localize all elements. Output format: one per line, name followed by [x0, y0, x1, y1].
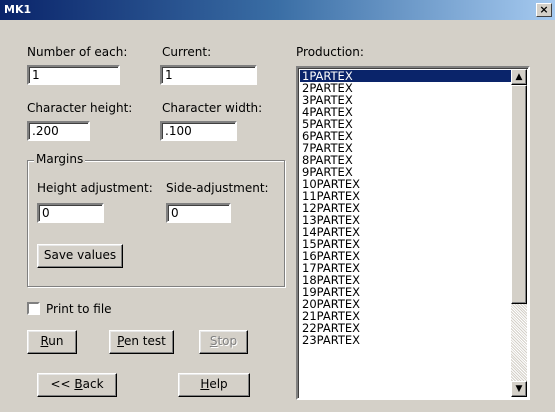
pen-test-mnemonic: P — [117, 334, 124, 348]
back-label: ack — [82, 377, 104, 391]
scroll-up-button[interactable]: ▲ — [511, 69, 527, 85]
number-of-each-input[interactable]: 1 — [27, 65, 120, 85]
close-icon: × — [539, 3, 549, 16]
save-values-button[interactable]: Save values — [37, 244, 123, 268]
height-adjustment-input[interactable]: 0 — [37, 203, 104, 223]
help-mnemonic: H — [200, 377, 210, 391]
run-button[interactable]: Run — [27, 330, 77, 354]
print-to-file-label[interactable]: Print to file — [46, 302, 112, 316]
title-bar: MK1 × — [0, 0, 555, 20]
arrow-down-icon: ▼ — [515, 384, 523, 394]
pen-test-button[interactable]: Pen test — [109, 330, 174, 354]
height-adjustment-label: Height adjustment: — [37, 181, 153, 195]
production-list-item[interactable]: 23PARTEX — [300, 334, 513, 346]
current-label: Current: — [162, 45, 212, 59]
production-label: Production: — [296, 45, 364, 59]
character-height-label: Character height: — [27, 101, 133, 115]
scroll-thumb[interactable] — [511, 85, 527, 304]
production-items: 1PARTEX 2PARTEX 3PARTEX 4PARTEX 5PARTEX 6PART… — [300, 70, 513, 346]
arrow-up-icon: ▲ — [515, 72, 523, 82]
current-input[interactable]: 1 — [160, 65, 257, 85]
scroll-down-button[interactable]: ▼ — [511, 381, 527, 397]
help-label: elp — [209, 377, 228, 391]
run-label: un — [48, 334, 64, 348]
stop-label: top — [217, 334, 238, 348]
pen-test-label: en test — [123, 334, 166, 348]
side-adjustment-label: Side-adjustment: — [166, 181, 269, 195]
mk1-dialog: MK1 × Number of each: 1 Current: 1 Chara… — [0, 0, 555, 412]
character-width-label: Character width: — [162, 101, 263, 115]
production-listbox[interactable]: 1PARTEX 2PARTEX 3PARTEX 4PARTEX 5PARTEX 6PART… — [296, 66, 530, 400]
window-title: MK1 — [4, 3, 32, 16]
help-button[interactable]: Help — [178, 373, 250, 397]
character-width-input[interactable]: .100 — [160, 121, 237, 141]
stop-button[interactable]: Stop — [199, 330, 248, 354]
number-of-each-label: Number of each: — [27, 45, 128, 59]
margins-legend: Margins — [34, 152, 86, 166]
print-to-file-checkbox[interactable] — [27, 302, 40, 315]
close-button[interactable]: × — [536, 3, 552, 17]
production-scrollbar[interactable]: ▲ ▼ — [511, 69, 527, 397]
character-height-input[interactable]: .200 — [27, 121, 90, 141]
back-prefix: << — [50, 377, 75, 391]
side-adjustment-input[interactable]: 0 — [166, 203, 231, 223]
back-button[interactable]: << Back — [37, 373, 117, 397]
back-mnemonic: B — [74, 377, 83, 391]
